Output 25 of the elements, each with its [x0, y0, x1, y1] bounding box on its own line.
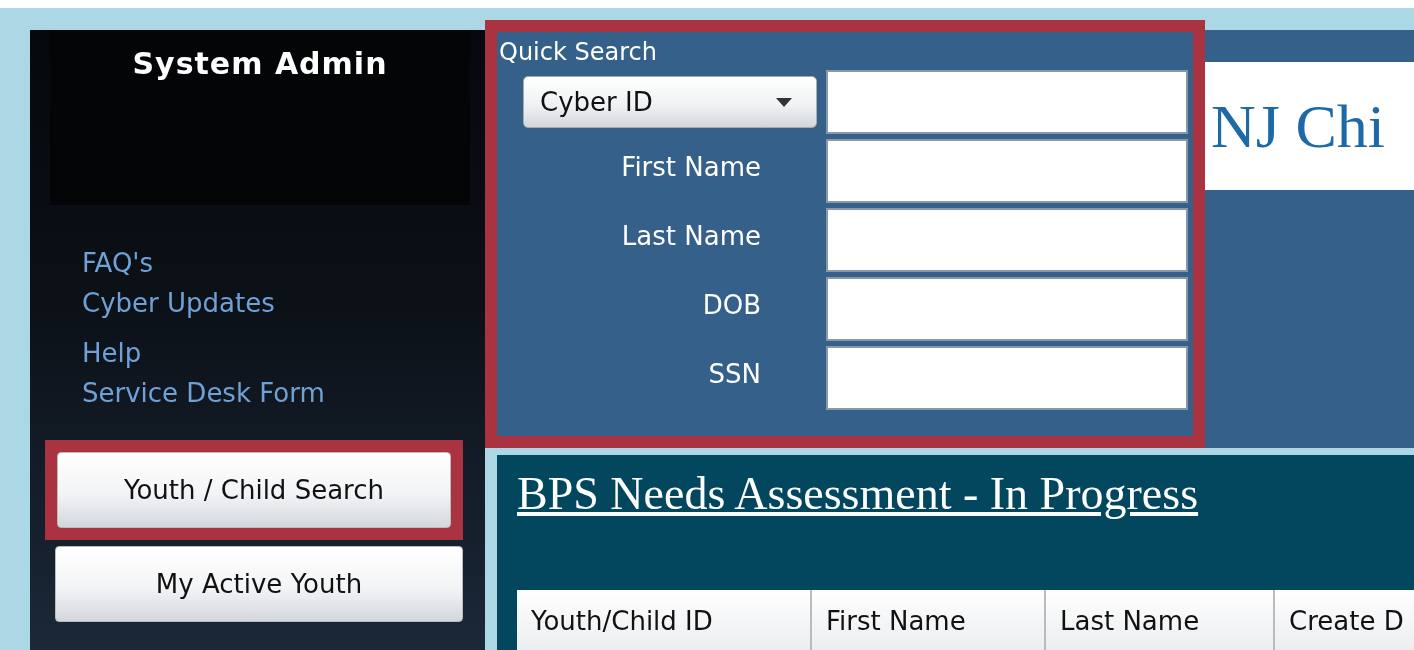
sidebar-link[interactable]: Service Desk Form	[82, 373, 325, 413]
sidebar-link[interactable]: Help	[82, 333, 142, 373]
column-header[interactable]: Last Name	[1046, 590, 1275, 650]
input-field[interactable]	[826, 139, 1188, 203]
column-header[interactable]: First Name	[812, 590, 1046, 650]
caret-icon	[776, 97, 792, 107]
input-field[interactable]	[826, 208, 1188, 272]
field-label: Last Name	[621, 221, 761, 251]
input-field[interactable]	[826, 70, 1188, 134]
search-type-dropdown[interactable]: Cyber ID	[523, 76, 817, 128]
nav-button[interactable]: Youth / Child Search	[57, 452, 451, 528]
input-field[interactable]	[826, 346, 1188, 410]
banner-title: NJ Chi	[1211, 90, 1385, 162]
field-label: SSN	[708, 359, 761, 389]
sidebar-link[interactable]: Cyber Updates	[82, 283, 275, 323]
quick-search-title: Quick Search	[499, 38, 658, 66]
column-header[interactable]: Create D	[1275, 590, 1414, 650]
section-title-link[interactable]: BPS Needs Assessment - In Progress	[517, 467, 1199, 520]
field-label: DOB	[702, 290, 761, 320]
user-name: System Admin	[132, 46, 388, 82]
input-field[interactable]	[826, 277, 1188, 341]
nav-button[interactable]: My Active Youth	[55, 546, 463, 622]
column-header[interactable]: Youth/Child ID	[517, 590, 812, 650]
sidebar-link[interactable]: FAQ's	[82, 243, 154, 283]
field-label: First Name	[621, 152, 761, 182]
